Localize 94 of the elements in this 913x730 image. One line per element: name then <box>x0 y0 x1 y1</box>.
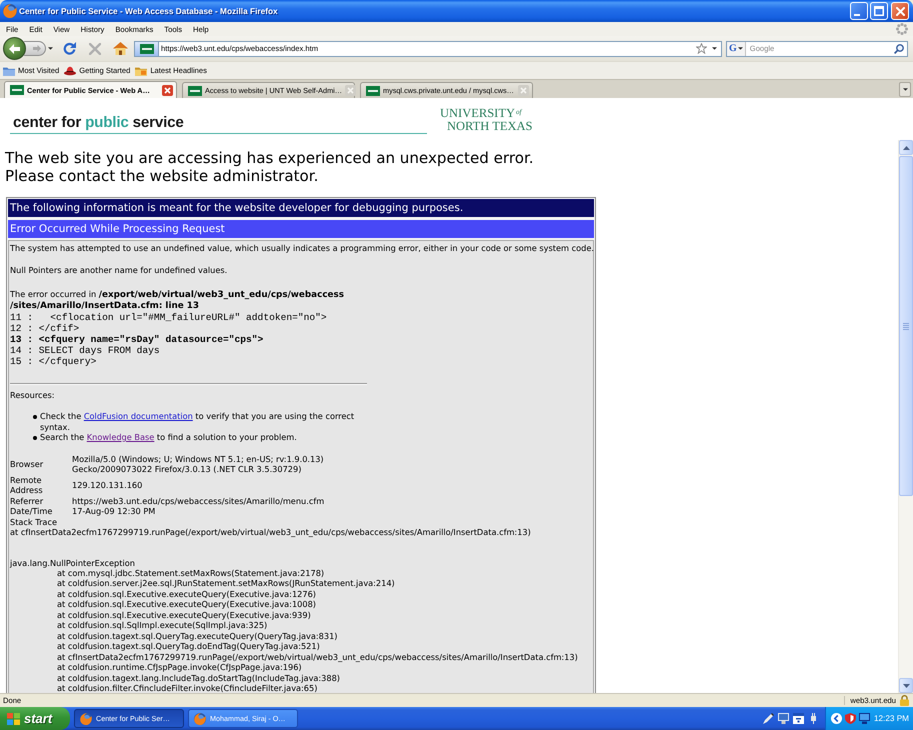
stack-frame: at com.mysql.jdbc.Statement.setMaxRows(Statement.java:2178) <box>10 568 593 578</box>
site-icon <box>188 86 202 96</box>
detail-value: Mozilla/5.0 (Windows; U; Windows NT 5.1; en-US; rv:1.9.0.13) Gecko/2009073022 Firefox/3.0.13 (.NET CLR 3.5.30729) <box>72 454 325 475</box>
detail-value: 129.120.131.160 <box>72 480 142 490</box>
site-icon <box>140 44 154 54</box>
right-arrow-icon <box>33 45 41 52</box>
error-message: Please contact the website administrator. <box>5 167 320 185</box>
bullet-icon <box>33 414 37 419</box>
code-line: 11 : <cflocation url="#MM_failureURL#" addtoken="no"> <box>10 312 328 323</box>
back-button[interactable] <box>3 37 26 60</box>
resource-item: Search the Knowledge Base to find a solution to your problem. <box>40 432 298 443</box>
detail-label: Browser <box>10 458 44 470</box>
stack-frame: at coldfusion.sql.SqlImpl.execute(SqlImpl.java:325) <box>10 620 593 631</box>
scroll-up-button[interactable] <box>899 140 913 155</box>
close-icon <box>896 6 904 16</box>
error-note: Null Pointers are another name for undefined values. <box>10 264 228 275</box>
spinner-icon <box>896 23 908 35</box>
detail-value: 17-Aug-09 12:30 PM <box>72 506 156 517</box>
identity-button[interactable] <box>135 42 159 56</box>
search-engine-button[interactable]: G <box>727 42 746 56</box>
start-button[interactable]: start <box>0 707 70 730</box>
minimize-button[interactable] <box>850 2 868 20</box>
close-icon[interactable] <box>162 84 173 96</box>
detail-label: Remote Address <box>10 474 44 496</box>
globe-icon <box>80 712 92 724</box>
left-arrow-icon <box>9 44 20 54</box>
resources-label: Resources: <box>10 390 56 400</box>
university-logo: UNIVERSITY$^{of}$ NORTH TEXAS <box>440 106 532 133</box>
shield-icon[interactable] <box>845 713 856 724</box>
error-description: The system has attempted to use an undefined value, which usually indicates a programming error, either in your code or some system code. <box>10 243 593 254</box>
stack-frame: at coldfusion.sql.Executive.executeQuery(Executive.java:939) <box>10 610 593 620</box>
detail-label: Date/Time <box>10 506 54 517</box>
error-message: The web site you are accessing has experienced an unexpected error. <box>5 149 535 167</box>
globe-icon <box>194 712 206 724</box>
window-title: Center for Public Service - Web Access Database - Mozilla Firefox <box>19 6 279 16</box>
site-icon <box>10 85 24 95</box>
detail-label: Referrer <box>10 496 44 506</box>
debug-banner: The following information is meant for the website developer for debugging purposes. <box>8 199 594 217</box>
grip-icon <box>903 322 909 330</box>
stack-frame: at coldfusion.tagext.sql.QueryTag.doEndTag(QueryTag.java:521) <box>10 641 593 652</box>
minimize-icon <box>854 14 860 16</box>
stack-frame: at coldfusion.sql.Executive.executeQuery(Executive.java:1276) <box>10 588 593 600</box>
stack-frame: at coldfusion.filter.CfincludeFilter.invoke(CfincludeFilter.java:65) <box>10 683 593 693</box>
detail-value: https://web3.unt.edu/cps/webaccess/sites/Amarillo/menu.cfm <box>72 496 324 506</box>
help-link[interactable]: Knowledge Base <box>86 432 154 442</box>
up-arrow-icon <box>902 146 910 150</box>
monitor-icon[interactable] <box>859 713 870 724</box>
stack-frame: at coldfusion.server.j2ee.sql.JRunStatement.setMaxRows(JRunStatement.java:214) <box>10 578 593 589</box>
hat-icon <box>64 66 76 76</box>
stack-frame: at coldfusion.runtime.CfJspPage.invoke(CfJspPage.java:196) <box>10 662 593 673</box>
site-icon <box>366 86 380 96</box>
window-icon[interactable] <box>793 713 804 724</box>
search-icon[interactable] <box>894 44 904 54</box>
caret-icon[interactable] <box>48 47 53 50</box>
scroll-down-button[interactable] <box>899 678 913 693</box>
stack-frame: at coldfusion.sql.Executive.executeQuery(Executive.java:1008) <box>10 599 593 610</box>
scroll-thumb[interactable] <box>899 156 913 496</box>
detail-label: Stack Trace <box>10 516 58 528</box>
code-line: 14 : SELECT days FROM days <box>10 345 161 356</box>
error-location: The error occurred in /export/web/virtual/web3_unt_edu/cps/webaccess /sites/Amarillo/InsertData.cfm: line 13 <box>10 288 345 312</box>
maximize-button[interactable] <box>870 2 888 20</box>
code-line: 15 : </cfquery> <box>10 356 98 368</box>
down-arrow-icon <box>902 684 910 688</box>
home-icon[interactable] <box>113 42 128 55</box>
globe-icon <box>3 4 17 18</box>
code-line: 12 : </cfif> <box>10 322 80 334</box>
pen-icon[interactable] <box>763 713 774 724</box>
lock-icon[interactable] <box>900 695 909 706</box>
stack-trace-line: at cfInsertData2ecfm1767299719.runPage(/export/web/virtual/web3_unt_edu/cps/webaccess/sites/Amarillo/InsertData.cfm:13) <box>10 527 532 538</box>
feed-folder-icon <box>135 66 148 76</box>
plug-icon[interactable] <box>808 713 819 724</box>
error-heading-bar: Error Occurred While Processing Request <box>8 220 594 238</box>
caret-icon <box>902 88 908 91</box>
maximize-icon <box>874 6 884 16</box>
monitor-icon[interactable] <box>778 713 789 724</box>
code-line: 13 : <cfquery name="rsDay" datasource="cps"> <box>10 334 264 346</box>
caret-icon <box>738 47 743 50</box>
tab-list-button[interactable] <box>899 82 911 97</box>
scrollbar[interactable] <box>898 140 913 693</box>
windows-flag-icon <box>7 712 20 724</box>
folder-icon <box>3 66 15 76</box>
brand-name: center for public service <box>12 115 185 131</box>
exception-name: java.lang.NullPointerException <box>10 558 136 568</box>
caret-icon[interactable] <box>712 47 717 50</box>
star-icon[interactable] <box>696 43 707 54</box>
stack-frame: at coldfusion.tagext.sql.QueryTag.executeQuery(QueryTag.java:831) <box>10 630 593 642</box>
clock: 12:23 PM <box>874 714 909 723</box>
stack-frame: at coldfusion.tagext.lang.IncludeTag.doStartTag(IncludeTag.java:388) <box>10 672 593 683</box>
stack-frame: at cfInsertData2ecfm1767299719.runPage(/export/web/virtual/web3_unt_edu/cps/webaccess/sites/Amarillo/InsertData.cfm:13) <box>10 652 593 662</box>
reload-icon[interactable] <box>63 42 76 55</box>
bullet-icon <box>33 436 37 440</box>
resource-item: Check the ColdFusion documentation to verify that you are using the correct syntax. <box>40 411 356 432</box>
close-button[interactable] <box>891 2 909 20</box>
help-link[interactable]: ColdFusion documentation <box>84 411 193 422</box>
